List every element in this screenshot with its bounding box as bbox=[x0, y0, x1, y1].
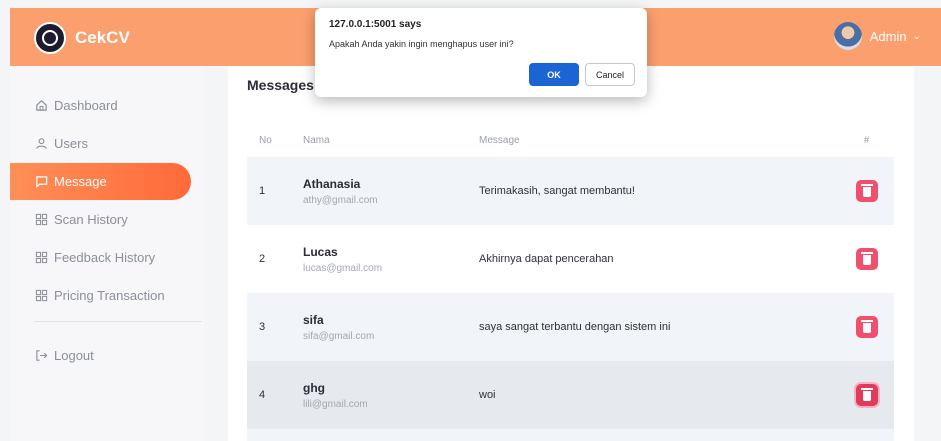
table-header: No Nama Message # bbox=[247, 123, 894, 157]
sender-email: athy@gmail.com bbox=[303, 194, 378, 206]
delete-button[interactable] bbox=[855, 316, 878, 338]
brand-logo-icon bbox=[34, 22, 66, 54]
column-header-no: No bbox=[259, 134, 272, 146]
column-header-message: Message bbox=[479, 134, 520, 146]
row-actions bbox=[839, 384, 894, 406]
sender-email: sifa@gmail.com bbox=[303, 330, 375, 342]
row-sender: ghg lili@gmail.com bbox=[289, 381, 479, 410]
row-number: 2 bbox=[259, 253, 266, 265]
row-message: Akhirnya dapat pencerahan bbox=[479, 253, 614, 265]
delete-button[interactable] bbox=[855, 248, 878, 270]
row-sender: Athanasia athy@gmail.com bbox=[289, 177, 479, 206]
sender-name: Athanasia bbox=[303, 176, 361, 191]
row-number: 1 bbox=[259, 185, 266, 197]
row-actions bbox=[839, 180, 894, 202]
messages-table: No Nama Message # 1 Athanasia athy@gmail… bbox=[247, 123, 894, 441]
cancel-button[interactable]: Cancel bbox=[585, 63, 635, 86]
confirm-dialog: 127.0.0.1:5001 says Apakah Anda yakin in… bbox=[315, 8, 647, 97]
column-header-action: # bbox=[863, 134, 870, 146]
sidebar-item-message[interactable]: Message bbox=[10, 163, 191, 200]
home-icon bbox=[34, 99, 48, 113]
row-message: woi bbox=[479, 389, 496, 401]
sender-name: ghg bbox=[303, 380, 325, 395]
delete-button[interactable] bbox=[855, 384, 878, 406]
trash-icon bbox=[860, 388, 873, 401]
row-number: 4 bbox=[259, 389, 266, 401]
logout-icon bbox=[34, 349, 48, 363]
sender-email: lili@gmail.com bbox=[303, 398, 368, 410]
sidebar-item-label: Dashboard bbox=[54, 98, 118, 113]
row-number: 3 bbox=[259, 321, 266, 333]
trash-icon bbox=[860, 320, 873, 333]
sidebar-item-label: Feedback History bbox=[54, 250, 156, 265]
sidebar-item-label: Logout bbox=[54, 348, 94, 363]
sidebar-item-dashboard[interactable]: Dashboard bbox=[10, 87, 191, 124]
dialog-title: 127.0.0.1:5001 says bbox=[329, 19, 422, 30]
sidebar-item-label: Scan History bbox=[54, 212, 128, 227]
grid-icon bbox=[34, 251, 48, 265]
row-sender: Lucas lucas@gmail.com bbox=[289, 245, 479, 274]
sidebar-item-label: Users bbox=[54, 136, 88, 151]
sidebar-item-pricing-transaction[interactable]: Pricing Transaction bbox=[10, 277, 191, 314]
delete-button[interactable] bbox=[855, 180, 878, 202]
row-message: saya sangat terbantu dengan sistem ini bbox=[479, 321, 671, 333]
sidebar-item-feedback-history[interactable]: Feedback History bbox=[10, 239, 191, 276]
sender-name: sifa bbox=[303, 312, 324, 327]
table-row: 1 Athanasia athy@gmail.com Terimakasih, … bbox=[247, 157, 894, 225]
trash-icon bbox=[860, 252, 873, 265]
table-row: 3 sifa sifa@gmail.com saya sangat terban… bbox=[247, 293, 894, 361]
table-row-partial bbox=[247, 429, 894, 441]
table-row: 4 ghg lili@gmail.com woi bbox=[247, 361, 894, 429]
sender-email: lucas@gmail.com bbox=[303, 262, 383, 274]
table-row: 2 Lucas lucas@gmail.com Akhirnya dapat p… bbox=[247, 225, 894, 293]
user-icon bbox=[34, 137, 48, 151]
grid-icon bbox=[34, 289, 48, 303]
sidebar-item-logout[interactable]: Logout bbox=[10, 337, 191, 374]
brand-name: CekCV bbox=[75, 28, 130, 47]
grid-icon bbox=[34, 213, 48, 227]
sidebar-item-scan-history[interactable]: Scan History bbox=[10, 201, 191, 238]
user-name: Admin bbox=[869, 28, 907, 44]
message-icon bbox=[34, 175, 48, 189]
user-menu[interactable]: Admin ⌄ bbox=[833, 22, 921, 50]
avatar bbox=[833, 22, 862, 50]
row-message: Terimakasih, sangat membantu! bbox=[479, 185, 635, 197]
sidebar-item-label: Pricing Transaction bbox=[54, 288, 165, 303]
row-actions bbox=[839, 248, 894, 270]
row-sender: sifa sifa@gmail.com bbox=[289, 313, 479, 342]
dialog-message: Apakah Anda yakin ingin menghapus user i… bbox=[329, 39, 514, 49]
ok-button[interactable]: OK bbox=[529, 63, 579, 86]
trash-icon bbox=[860, 184, 873, 197]
page-title: Messages bbox=[247, 77, 314, 93]
sidebar: Dashboard Users Message Scan History Fee… bbox=[10, 66, 204, 441]
sidebar-item-label: Message bbox=[54, 174, 107, 189]
main-content: Messages No Nama Message # 1 Athanasia a… bbox=[228, 66, 914, 441]
sidebar-item-users[interactable]: Users bbox=[10, 125, 191, 162]
chevron-down-icon: ⌄ bbox=[912, 30, 921, 42]
sender-name: Lucas bbox=[303, 244, 338, 259]
brand[interactable]: CekCV bbox=[34, 22, 130, 54]
column-header-nama: Nama bbox=[303, 134, 330, 146]
sidebar-divider bbox=[34, 321, 202, 322]
row-actions bbox=[839, 316, 894, 338]
